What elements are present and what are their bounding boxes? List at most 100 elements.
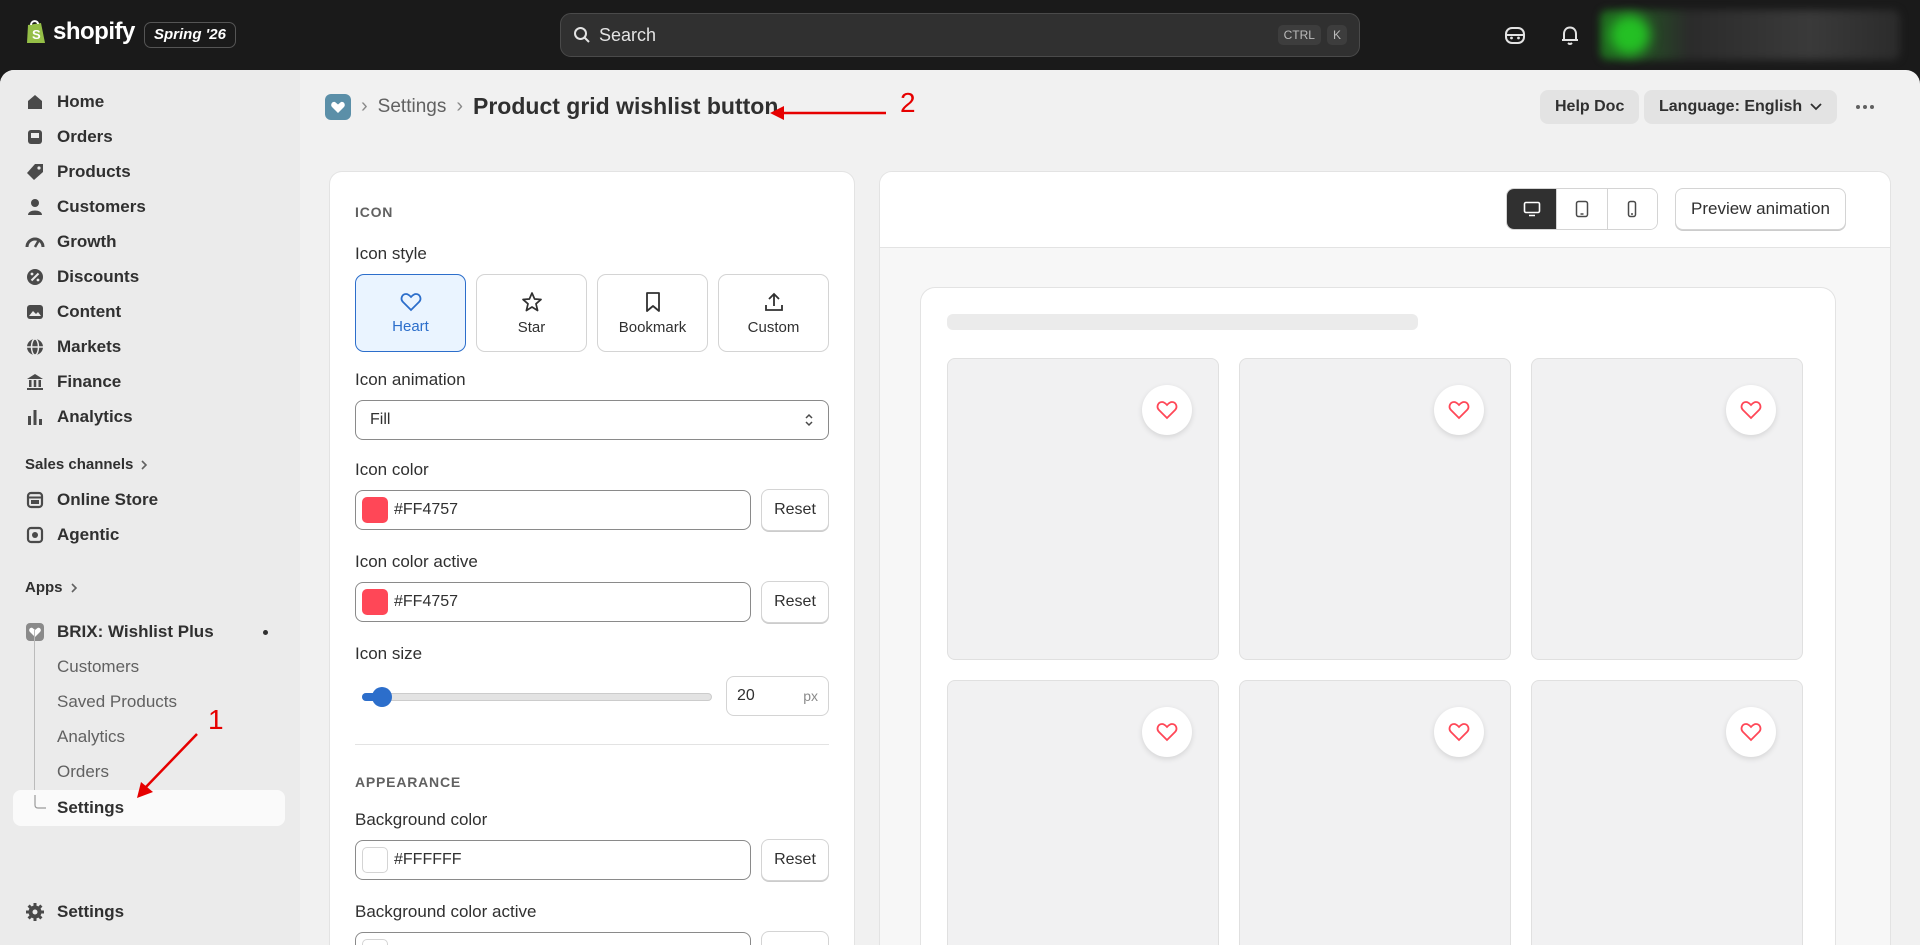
color-swatch[interactable] bbox=[362, 847, 388, 873]
icon-size-input[interactable]: 20 px bbox=[726, 676, 829, 716]
search-input[interactable]: Search bbox=[599, 25, 1272, 46]
sidebar-item-finance[interactable]: Finance bbox=[25, 367, 121, 397]
sidebar-item-settings[interactable]: Settings bbox=[25, 897, 124, 927]
help-doc-button[interactable]: Help Doc bbox=[1540, 90, 1640, 124]
person-icon bbox=[28, 199, 42, 215]
store-icon bbox=[26, 491, 44, 509]
icon-size-label: Icon size bbox=[355, 644, 423, 663]
tablet-icon bbox=[1575, 200, 1589, 218]
icon-size-slider-thumb[interactable] bbox=[372, 687, 392, 707]
icon-color-reset-button[interactable]: Reset bbox=[761, 489, 829, 531]
sidebar-subitem-orders[interactable]: Orders bbox=[57, 757, 109, 787]
color-swatch[interactable] bbox=[362, 589, 388, 615]
heart-icon bbox=[1156, 401, 1178, 420]
bank-icon bbox=[27, 374, 43, 390]
wishlist-heart-button[interactable] bbox=[1726, 707, 1776, 757]
heart-icon bbox=[400, 292, 421, 311]
icon-animation-select[interactable]: Fill bbox=[355, 400, 829, 440]
sidebar-item-label: Growth bbox=[57, 232, 117, 251]
icon-size-value: 20 bbox=[737, 687, 755, 704]
sidebar-subitem-customers[interactable]: Customers bbox=[57, 652, 139, 682]
sales-channels-label: Sales channels bbox=[25, 456, 134, 473]
more-actions-button[interactable] bbox=[1848, 92, 1882, 122]
sidebar-item-content[interactable]: Content bbox=[25, 297, 121, 327]
sidebar-subitem-settings[interactable]: Settings bbox=[57, 793, 124, 823]
bar-chart-icon bbox=[28, 410, 42, 425]
bg-color-label: Background color bbox=[355, 810, 488, 829]
icon-color-active-reset-button[interactable]: Reset bbox=[761, 581, 829, 623]
chevron-right-icon bbox=[141, 459, 148, 470]
icon-color-input[interactable]: #FF4757 bbox=[355, 490, 751, 530]
style-option-bookmark[interactable]: Bookmark bbox=[597, 274, 708, 352]
sales-channels-header[interactable]: Sales channels bbox=[25, 456, 149, 473]
sidebar-item-agentic[interactable]: Agentic bbox=[25, 520, 119, 550]
language-label: Language: English bbox=[1659, 98, 1803, 115]
sidekick-icon[interactable] bbox=[1502, 22, 1528, 48]
skeleton-title bbox=[947, 314, 1418, 330]
app-breadcrumb-icon[interactable] bbox=[325, 93, 351, 120]
heart-icon bbox=[1448, 723, 1470, 742]
wishlist-heart-button[interactable] bbox=[1434, 707, 1484, 757]
bg-color-active-input[interactable] bbox=[355, 932, 751, 945]
home-icon bbox=[28, 95, 42, 109]
sidebar-item-analytics[interactable]: Analytics bbox=[25, 402, 133, 432]
main-content: › Settings › Product grid wishlist butto… bbox=[300, 70, 1920, 945]
top-bar: S shopify Spring '26 Search CTRL K bbox=[0, 0, 1920, 70]
pin-dot-icon bbox=[263, 630, 268, 635]
discount-icon bbox=[27, 269, 43, 285]
sidebar-item-home[interactable]: Home bbox=[25, 87, 104, 117]
style-option-custom[interactable]: Custom bbox=[718, 274, 829, 352]
heart-icon bbox=[1740, 401, 1762, 420]
sidebar-item-label: Markets bbox=[57, 337, 122, 356]
edition-badge[interactable]: Spring '26 bbox=[144, 22, 236, 48]
sidebar-item-label: Online Store bbox=[57, 490, 159, 509]
sidebar-item-customers[interactable]: Customers bbox=[25, 192, 146, 222]
icon-size-unit: px bbox=[803, 688, 818, 704]
apps-header[interactable]: Apps bbox=[25, 579, 79, 596]
device-desktop-button[interactable] bbox=[1507, 189, 1558, 229]
style-option-heart[interactable]: Heart bbox=[355, 274, 466, 352]
icon-color-active-label: Icon color active bbox=[355, 552, 478, 571]
shopify-logo[interactable]: S shopify bbox=[25, 18, 135, 46]
device-mobile-button[interactable] bbox=[1607, 189, 1657, 229]
bg-color-reset-button[interactable]: Reset bbox=[761, 839, 829, 881]
section-divider bbox=[355, 744, 829, 745]
bg-color-input[interactable]: #FFFFFF bbox=[355, 840, 751, 880]
language-button[interactable]: Language: English bbox=[1644, 90, 1838, 124]
breadcrumb-settings-link[interactable]: Settings bbox=[378, 96, 447, 118]
section-header-appearance: APPEARANCE bbox=[355, 774, 462, 790]
sidebar-item-brix-wishlist[interactable]: BRIX: Wishlist Plus bbox=[25, 617, 275, 647]
inbox-icon bbox=[28, 130, 42, 144]
icon-color-value: #FF4757 bbox=[394, 501, 459, 518]
color-swatch[interactable] bbox=[362, 497, 388, 523]
sidebar-item-online-store[interactable]: Online Store bbox=[25, 485, 158, 515]
search-bar[interactable]: Search CTRL K bbox=[560, 13, 1360, 57]
preview-animation-button[interactable]: Preview animation bbox=[1675, 188, 1846, 230]
color-swatch[interactable] bbox=[362, 939, 388, 945]
sidebar-item-orders[interactable]: Orders bbox=[25, 122, 113, 152]
sidebar-item-discounts[interactable]: Discounts bbox=[25, 262, 139, 292]
sidebar-item-markets[interactable]: Markets bbox=[25, 332, 121, 362]
sidebar-item-products[interactable]: Products bbox=[25, 157, 131, 187]
settings-card: ICON Icon style Heart Star Bookmark Cust… bbox=[330, 172, 854, 945]
device-tablet-button[interactable] bbox=[1557, 189, 1608, 229]
sidebar-item-label: Customers bbox=[57, 197, 146, 216]
sidebar-subitem-analytics[interactable]: Analytics bbox=[57, 722, 125, 752]
storefront-preview bbox=[921, 288, 1835, 945]
annotation-arrow-icon bbox=[770, 106, 886, 120]
icon-color-active-input[interactable]: #FF4757 bbox=[355, 582, 751, 622]
wishlist-heart-button[interactable] bbox=[1142, 707, 1192, 757]
style-option-star[interactable]: Star bbox=[476, 274, 587, 352]
sidebar-item-label: Settings bbox=[57, 902, 125, 921]
wishlist-heart-button[interactable] bbox=[1726, 385, 1776, 435]
sidebar-subitem-saved-products[interactable]: Saved Products bbox=[57, 687, 177, 717]
icon-color-label: Icon color bbox=[355, 460, 429, 479]
icon-size-slider-track[interactable] bbox=[362, 693, 712, 701]
bell-icon[interactable] bbox=[1557, 22, 1583, 48]
wishlist-heart-button[interactable] bbox=[1142, 385, 1192, 435]
bg-color-active-reset-button[interactable] bbox=[761, 931, 829, 945]
sidebar-item-growth[interactable]: Growth bbox=[25, 227, 117, 257]
gear-icon bbox=[26, 903, 44, 921]
wishlist-heart-button[interactable] bbox=[1434, 385, 1484, 435]
shortcut-key: K bbox=[1326, 25, 1347, 45]
